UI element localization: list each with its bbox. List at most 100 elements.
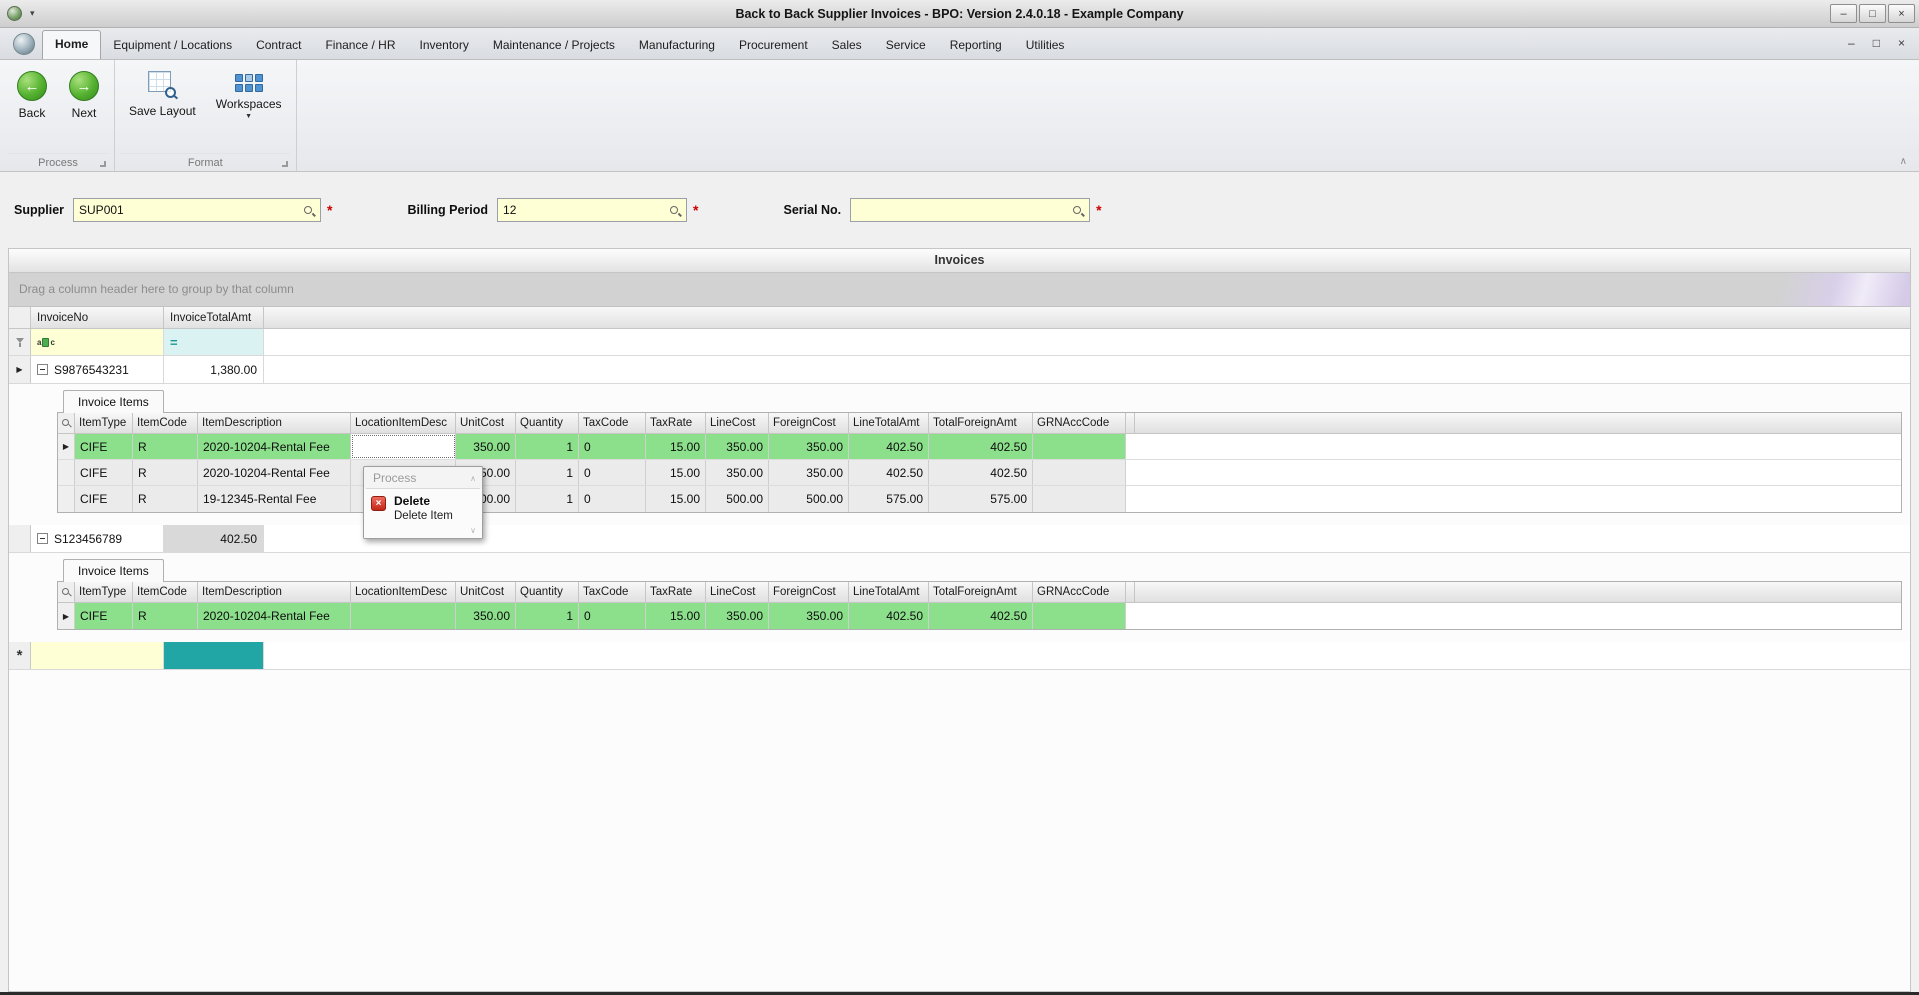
- column-header-linecost[interactable]: LineCost: [706, 582, 769, 602]
- tab-procurement[interactable]: Procurement: [727, 32, 820, 59]
- tab-home[interactable]: Home: [42, 30, 102, 59]
- invoice-items-tab[interactable]: Invoice Items: [63, 559, 164, 582]
- scroll-down-icon[interactable]: ∨: [470, 526, 476, 535]
- cell-foreigncost[interactable]: 350.00: [769, 434, 849, 459]
- column-header-itemdescription[interactable]: ItemDescription: [198, 413, 351, 433]
- invoice-item-row[interactable]: CIFE R 19-12345-Rental Fee 500.00 1 0 15…: [58, 486, 1901, 512]
- tab-equipment-locations[interactable]: Equipment / Locations: [101, 32, 244, 59]
- cell-itemcode[interactable]: R: [133, 603, 198, 629]
- cell-itemdescription[interactable]: 2020-10204-Rental Fee: [198, 460, 351, 485]
- column-header-unitcost[interactable]: UnitCost: [456, 582, 516, 602]
- cell-totalforeignamt[interactable]: 402.50: [929, 460, 1033, 485]
- mdi-minimize-button[interactable]: –: [1848, 36, 1855, 50]
- column-header-grnacccode[interactable]: GRNAccCode: [1033, 582, 1126, 602]
- supplier-field[interactable]: [73, 198, 322, 222]
- collapse-detail-icon[interactable]: [37, 364, 48, 375]
- tab-service[interactable]: Service: [874, 32, 938, 59]
- cell-taxrate[interactable]: 15.00: [646, 460, 706, 485]
- tab-inventory[interactable]: Inventory: [407, 32, 480, 59]
- search-icon[interactable]: [1073, 206, 1083, 216]
- cell-taxrate[interactable]: 15.00: [646, 434, 706, 459]
- tab-finance-hr[interactable]: Finance / HR: [313, 32, 407, 59]
- cell-itemdescription[interactable]: 19-12345-Rental Fee: [198, 486, 351, 512]
- filter-cell-invoiceno[interactable]: ac: [31, 329, 164, 355]
- save-layout-button[interactable]: Save Layout: [121, 64, 204, 120]
- cell-totalforeignamt[interactable]: 575.00: [929, 486, 1033, 512]
- back-button[interactable]: ← Back: [8, 64, 56, 122]
- invoice-row[interactable]: S123456789 402.50: [9, 525, 1910, 553]
- quick-access-dropdown-icon[interactable]: ▾: [30, 8, 35, 19]
- cell-foreigncost[interactable]: 350.00: [769, 460, 849, 485]
- column-header-invoicetotalamt[interactable]: InvoiceTotalAmt: [164, 307, 264, 328]
- cell-quantity[interactable]: 1: [516, 603, 579, 629]
- column-header-taxcode[interactable]: TaxCode: [579, 413, 646, 433]
- collapse-detail-icon[interactable]: [37, 533, 48, 544]
- cell-linecost[interactable]: 350.00: [706, 460, 769, 485]
- column-header-totalforeignamt[interactable]: TotalForeignAmt: [929, 413, 1033, 433]
- new-row-selected-cell[interactable]: [164, 642, 264, 669]
- minimize-button[interactable]: –: [1830, 4, 1857, 23]
- cell-linetotalamt[interactable]: 575.00: [849, 486, 929, 512]
- cell-itemtype[interactable]: CIFE: [75, 434, 133, 459]
- column-header-linecost[interactable]: LineCost: [706, 413, 769, 433]
- cell-foreigncost[interactable]: 500.00: [769, 486, 849, 512]
- cell-itemdescription[interactable]: 2020-10204-Rental Fee: [198, 434, 351, 459]
- cell-foreigncost[interactable]: 350.00: [769, 603, 849, 629]
- cell-totalforeignamt[interactable]: 402.50: [929, 434, 1033, 459]
- column-header-locationitemdesc[interactable]: LocationItemDesc: [351, 413, 456, 433]
- cell-itemdescription[interactable]: 2020-10204-Rental Fee: [198, 603, 351, 629]
- tab-reporting[interactable]: Reporting: [938, 32, 1014, 59]
- cell-itemcode[interactable]: R: [133, 486, 198, 512]
- search-icon[interactable]: [304, 206, 314, 216]
- column-header-linetotalamt[interactable]: LineTotalAmt: [849, 413, 929, 433]
- column-header-taxcode[interactable]: TaxCode: [579, 582, 646, 602]
- cell-invoiceno[interactable]: S9876543231: [31, 356, 164, 383]
- column-header-totalforeignamt[interactable]: TotalForeignAmt: [929, 582, 1033, 602]
- workspaces-button[interactable]: Workspaces ▼: [208, 64, 290, 122]
- cell-taxrate[interactable]: 15.00: [646, 603, 706, 629]
- column-header-quantity[interactable]: Quantity: [516, 413, 579, 433]
- search-icon[interactable]: [670, 206, 680, 216]
- invoice-item-row[interactable]: ▶ CIFE R 2020-10204-Rental Fee 350.00 1 …: [58, 434, 1901, 460]
- cell-taxcode[interactable]: 0: [579, 460, 646, 485]
- new-row[interactable]: *: [9, 642, 1910, 670]
- column-header-taxrate[interactable]: TaxRate: [646, 582, 706, 602]
- invoice-item-row[interactable]: CIFE R 2020-10204-Rental Fee 350.00 1 0 …: [58, 460, 1901, 486]
- cell-invoicetotalamt[interactable]: 402.50: [164, 525, 264, 552]
- filter-cell-invoicetotalamt[interactable]: =: [164, 329, 264, 355]
- column-header-foreigncost[interactable]: ForeignCost: [769, 413, 849, 433]
- cell-unitcost[interactable]: 350.00: [456, 434, 516, 459]
- column-header-quantity[interactable]: Quantity: [516, 582, 579, 602]
- mdi-maximize-button[interactable]: □: [1873, 36, 1880, 50]
- invoice-item-row[interactable]: ▶ CIFE R 2020-10204-Rental Fee 350.00 1 …: [58, 603, 1901, 629]
- collapse-ribbon-icon[interactable]: ∧: [1900, 156, 1907, 167]
- dialog-launcher-icon[interactable]: [100, 161, 106, 167]
- tab-utilities[interactable]: Utilities: [1014, 32, 1077, 59]
- new-row-invoiceno-cell[interactable]: [31, 642, 164, 669]
- column-header-grnacccode[interactable]: GRNAccCode: [1033, 413, 1126, 433]
- tab-manufacturing[interactable]: Manufacturing: [627, 32, 727, 59]
- supplier-input[interactable]: [79, 203, 301, 217]
- grid-search-icon[interactable]: [62, 587, 70, 597]
- cell-grnacccode[interactable]: [1033, 434, 1126, 459]
- cell-taxcode[interactable]: 0: [579, 434, 646, 459]
- cell-linecost[interactable]: 500.00: [706, 486, 769, 512]
- billing-period-field[interactable]: [497, 198, 688, 222]
- text-filter-icon[interactable]: ac: [37, 337, 55, 347]
- cell-totalforeignamt[interactable]: 402.50: [929, 603, 1033, 629]
- cell-quantity[interactable]: 1: [516, 486, 579, 512]
- cell-unitcost[interactable]: 350.00: [456, 603, 516, 629]
- cell-quantity[interactable]: 1: [516, 434, 579, 459]
- column-header-locationitemdesc[interactable]: LocationItemDesc: [351, 582, 456, 602]
- cell-itemcode[interactable]: R: [133, 434, 198, 459]
- grid-search-icon[interactable]: [62, 418, 70, 428]
- column-header-linetotalamt[interactable]: LineTotalAmt: [849, 582, 929, 602]
- column-header-unitcost[interactable]: UnitCost: [456, 413, 516, 433]
- cell-itemtype[interactable]: CIFE: [75, 486, 133, 512]
- cell-linecost[interactable]: 350.00: [706, 434, 769, 459]
- close-button[interactable]: ×: [1888, 4, 1915, 23]
- cell-invoicetotalamt[interactable]: 1,380.00: [164, 356, 264, 383]
- cell-linetotalamt[interactable]: 402.50: [849, 434, 929, 459]
- equals-operator-icon[interactable]: =: [170, 335, 178, 350]
- invoice-items-tab[interactable]: Invoice Items: [63, 390, 164, 413]
